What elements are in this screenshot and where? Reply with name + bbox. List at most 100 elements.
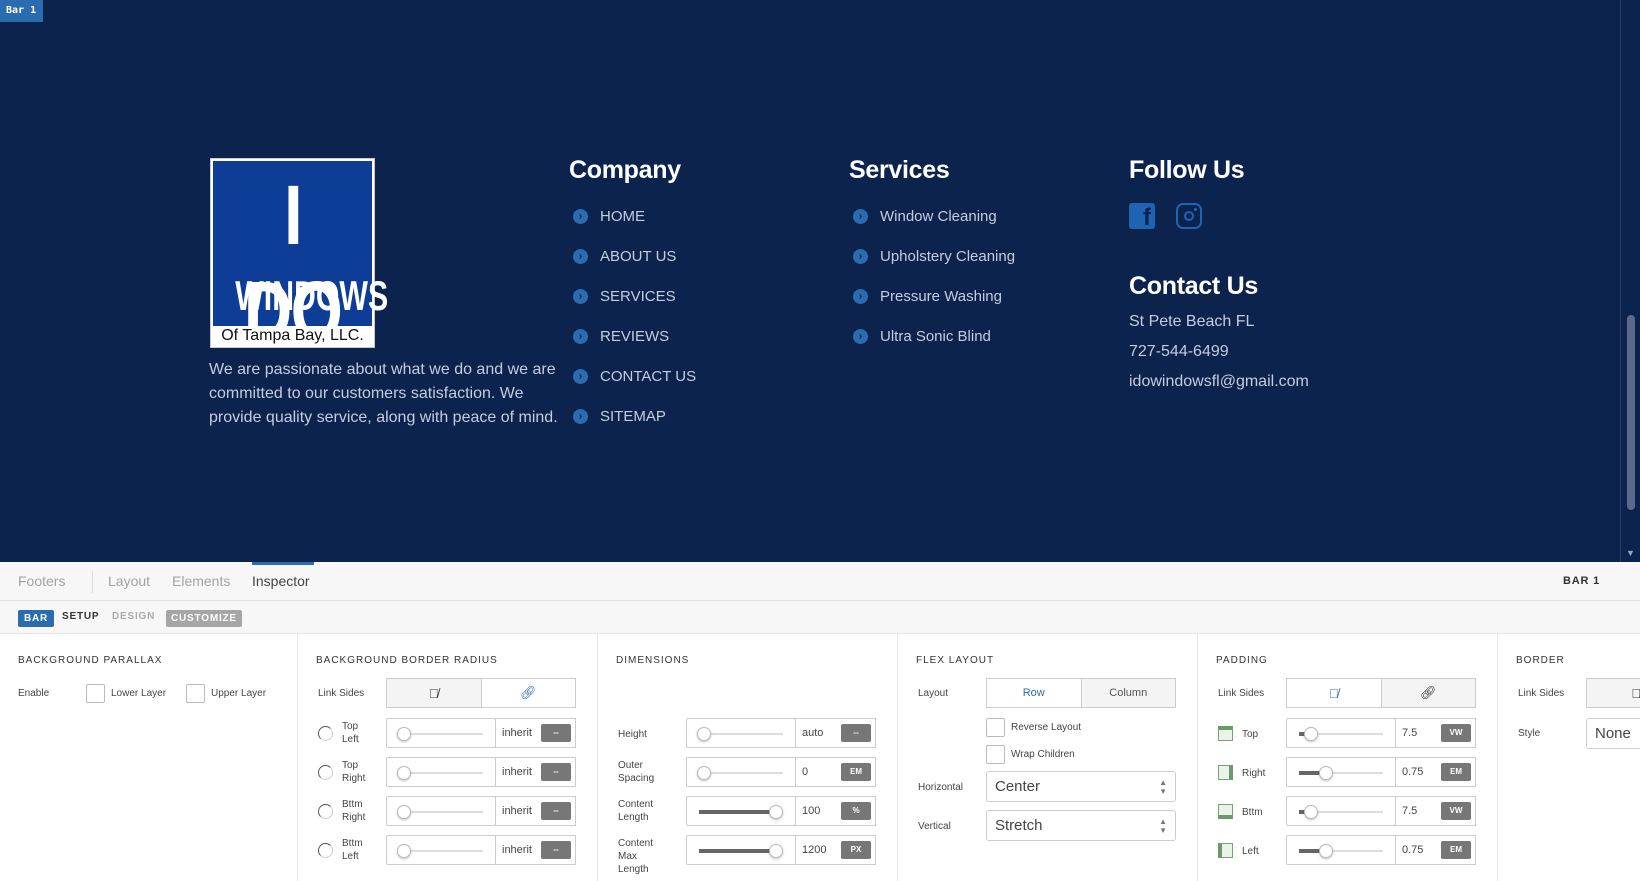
logo-line3: Of Tampa Bay, LLC. (221, 327, 364, 344)
chevron-right-icon: › (573, 208, 588, 224)
radius-slider[interactable] (386, 796, 496, 826)
company-link-sitemap[interactable]: › SITEMAP (569, 396, 696, 436)
slider-knob[interactable] (1304, 727, 1318, 741)
unit-toggle[interactable]: VW (1441, 724, 1471, 742)
reverse-layout-checkbox[interactable] (986, 718, 1005, 737)
lower-layer-label: Lower Layer (111, 688, 167, 699)
contact-phone[interactable]: 727-544-6499 (1129, 343, 1309, 373)
unit-toggle[interactable]: VW (1441, 802, 1471, 820)
tab-layout[interactable]: Layout (108, 573, 150, 589)
unit-toggle[interactable]: -- (541, 724, 571, 742)
canvas-scrollbar[interactable]: ▼ (1620, 0, 1640, 562)
padding-left-icon (1218, 843, 1233, 858)
unit-toggle[interactable]: -- (841, 724, 871, 742)
panel-dimensions: DIMENSIONS Height auto -- Outer Spacing 0 EM Co… (598, 634, 898, 881)
company-link-services[interactable]: › SERVICES (569, 276, 696, 316)
slider-knob[interactable] (397, 766, 411, 780)
tab-elements[interactable]: Elements (172, 573, 230, 589)
slider-knob[interactable] (397, 844, 411, 858)
slider-knob[interactable] (397, 727, 411, 741)
company-link-about[interactable]: › ABOUT US (569, 236, 696, 276)
padding-slider[interactable] (1286, 796, 1396, 826)
company-link-reviews[interactable]: › REVIEWS (569, 316, 696, 356)
slider-knob[interactable] (1304, 805, 1318, 819)
wrap-children-checkbox[interactable] (986, 745, 1005, 764)
padding-slider[interactable] (1286, 718, 1396, 748)
subtab-design[interactable]: DESIGN (112, 611, 155, 622)
horizontal-select[interactable]: Center ▲ ▼ (986, 771, 1176, 802)
contact-email[interactable]: idowindowsfl@gmail.com (1129, 373, 1309, 403)
dimension-slider[interactable] (686, 835, 796, 865)
unlink-icon[interactable]: ⛓̸ (1287, 679, 1382, 707)
bar-tag[interactable]: Bar 1 (0, 0, 43, 22)
link-icon[interactable]: 🔗︎ (1381, 679, 1475, 707)
scroll-down-icon[interactable]: ▼ (1626, 548, 1635, 558)
vertical-select[interactable]: Stretch ▲ ▼ (986, 810, 1176, 841)
dimension-label: Height (618, 729, 647, 740)
link-sides-toggle: ⛓̸ (1586, 678, 1640, 708)
instagram-icon[interactable] (1176, 203, 1202, 229)
upper-layer-checkbox[interactable] (186, 684, 205, 703)
link-sides-toggle: ⛓̸ 🔗︎ (386, 678, 576, 708)
corner-label: Bttm Left (342, 838, 363, 862)
slider-knob[interactable] (697, 727, 711, 741)
slider-knob[interactable] (697, 766, 711, 780)
tab-inspector[interactable]: Inspector (252, 573, 310, 589)
padding-side-label: Left (1242, 846, 1259, 857)
slider-knob[interactable] (1319, 766, 1333, 780)
unlink-icon[interactable]: ⛓̸ (1587, 679, 1640, 707)
padding-slider[interactable] (1286, 757, 1396, 787)
panel-title: BACKGROUND PARALLAX (18, 655, 163, 666)
layout-row-option[interactable]: Row (987, 679, 1082, 707)
service-link-upholstery[interactable]: › Upholstery Cleaning (849, 236, 1015, 276)
dimension-slider[interactable] (686, 796, 796, 826)
unit-toggle[interactable]: EM (1441, 841, 1471, 859)
company-link-home[interactable]: › HOME (569, 196, 696, 236)
unit-toggle[interactable]: EM (841, 763, 871, 781)
dimension-slider[interactable] (686, 718, 796, 748)
link-sides-label: Link Sides (1218, 688, 1265, 699)
unit-toggle[interactable]: PX (841, 841, 871, 859)
radius-slider[interactable] (386, 757, 496, 787)
panel-border-radius: BACKGROUND BORDER RADIUS Link Sides ⛓̸ 🔗… (298, 634, 598, 881)
corner-label: Top Right (342, 760, 366, 784)
slider-knob[interactable] (769, 844, 783, 858)
facebook-icon[interactable]: f (1129, 203, 1155, 231)
dimension-slider[interactable] (686, 757, 796, 787)
unit-toggle[interactable]: EM (1441, 763, 1471, 781)
vertical-value: Stretch (995, 817, 1043, 834)
dimension-label: Content Max Length (618, 838, 654, 875)
link-icon[interactable]: 🔗︎ (481, 679, 575, 707)
radius-slider[interactable] (386, 835, 496, 865)
tab-footers[interactable]: Footers (18, 573, 65, 589)
slider-knob[interactable] (397, 805, 411, 819)
radius-slider[interactable] (386, 718, 496, 748)
services-links: › Window Cleaning › Upholstery Cleaning › P… (849, 196, 1015, 356)
unlink-icon[interactable]: ⛓̸ (387, 679, 482, 707)
border-style-select[interactable]: None (1586, 718, 1640, 749)
lower-layer-checkbox[interactable] (86, 684, 105, 703)
padding-slider[interactable] (1286, 835, 1396, 865)
unit-toggle[interactable]: % (841, 802, 871, 820)
layout-label: Layout (918, 688, 949, 699)
corner-label: Bttm Right (342, 799, 366, 823)
service-link-blind[interactable]: › Ultra Sonic Blind (849, 316, 1015, 356)
subtab-setup[interactable]: SETUP (62, 611, 99, 622)
subtab-bar-badge[interactable]: BAR (18, 610, 55, 627)
tab-divider (92, 571, 93, 593)
follow-heading: Follow Us (1129, 156, 1245, 184)
social-links: f (1129, 203, 1202, 231)
service-link-window[interactable]: › Window Cleaning (849, 196, 1015, 236)
unit-toggle[interactable]: -- (541, 841, 571, 859)
company-link-contact[interactable]: › CONTACT US (569, 356, 696, 396)
slider-knob[interactable] (1319, 844, 1333, 858)
unit-toggle[interactable]: -- (541, 802, 571, 820)
service-link-pressure[interactable]: › Pressure Washing (849, 276, 1015, 316)
slider-knob[interactable] (769, 805, 783, 819)
wrap-children-label: Wrap Children (1011, 749, 1075, 760)
unit-toggle[interactable]: -- (541, 763, 571, 781)
panel-title: BORDER (1516, 655, 1565, 666)
scrollbar-thumb[interactable] (1627, 315, 1635, 510)
layout-column-option[interactable]: Column (1081, 679, 1175, 707)
subtab-customize[interactable]: CUSTOMIZE (166, 610, 242, 627)
